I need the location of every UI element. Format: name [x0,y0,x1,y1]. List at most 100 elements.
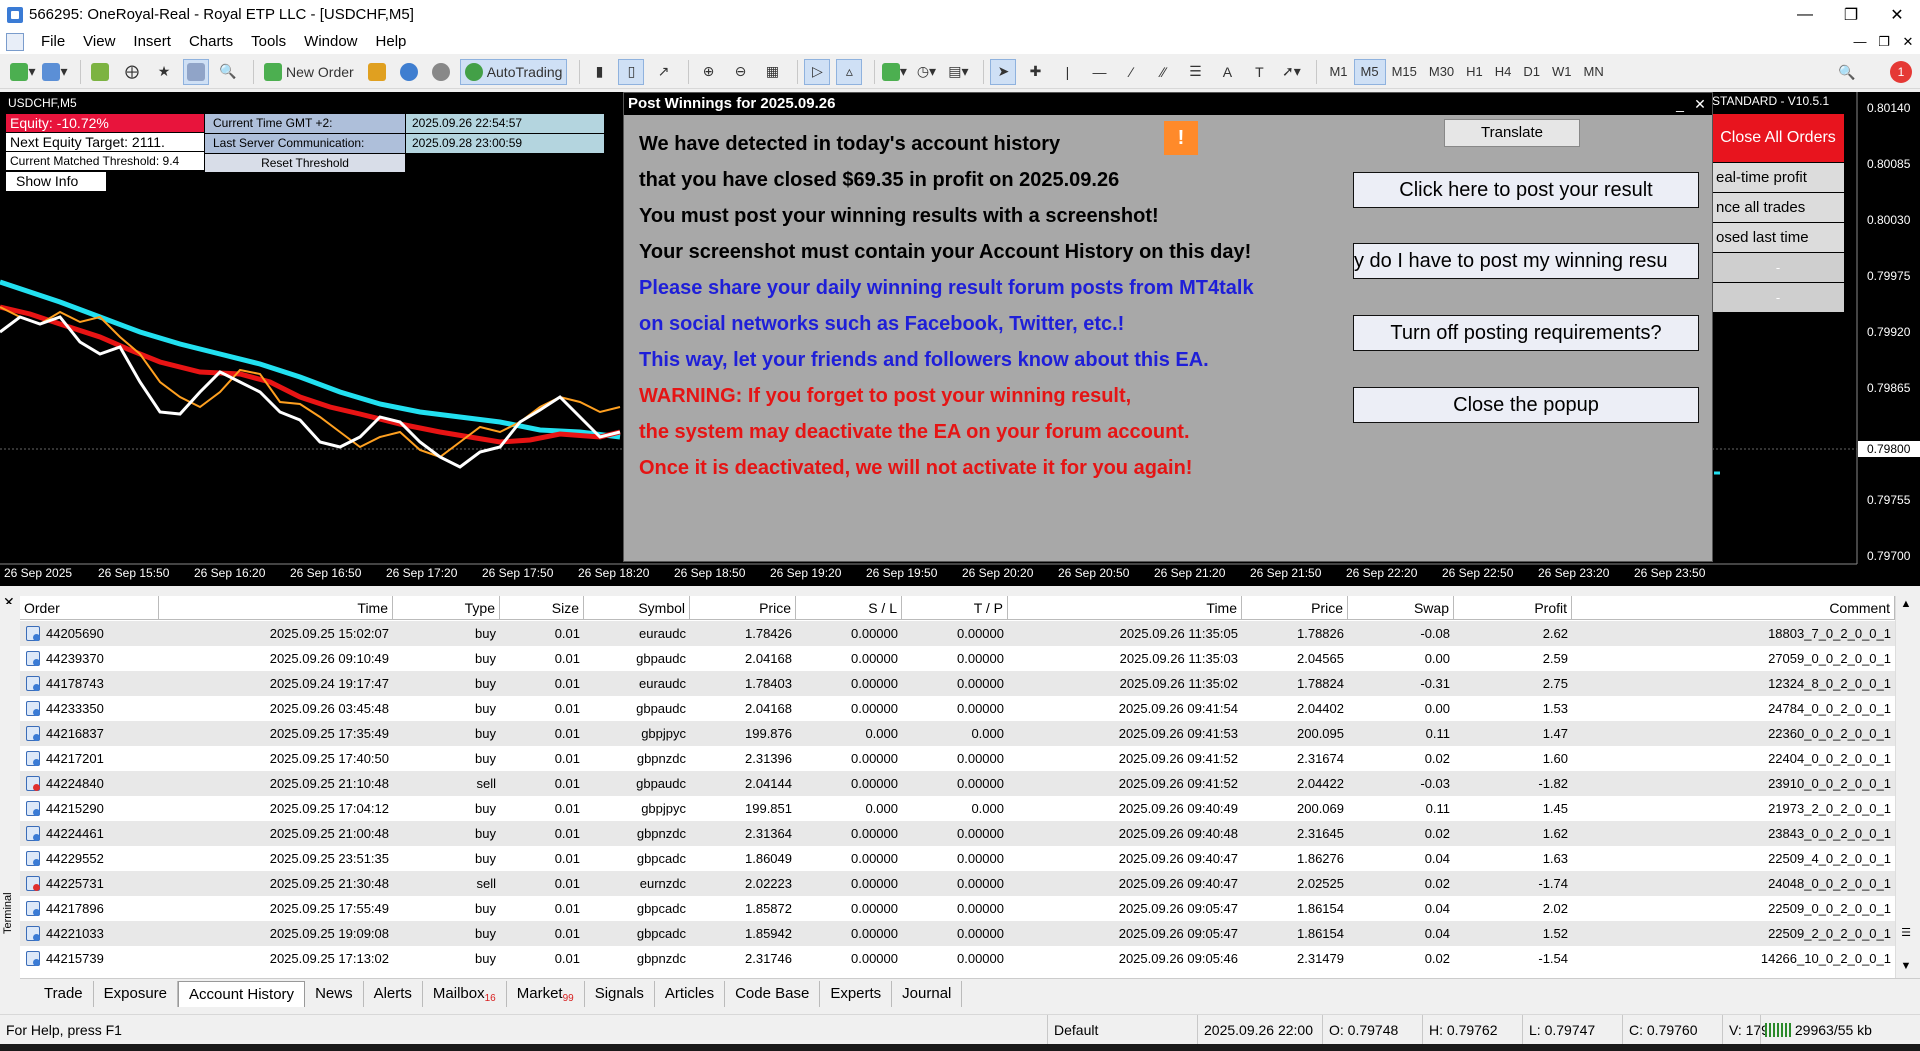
popup-close-icon[interactable]: ✕ [1691,93,1709,115]
equidistant-channel-icon[interactable]: ∕∕ [1150,59,1176,85]
table-row[interactable]: 44229552 2025.09.25 23:51:35 buy 0.01 gbpcad… [20,846,1895,871]
column-header-stop-loss[interactable]: S / L [796,596,902,620]
menu-view[interactable]: View [74,29,124,54]
column-header-comment[interactable]: Comment [1572,596,1895,620]
post-result-button[interactable]: Click here to post your result [1353,172,1699,208]
column-header-close-time[interactable]: Time [1008,596,1242,620]
realtime-profit-item[interactable]: eal-time profit [1712,163,1844,192]
menu-tools[interactable]: Tools [242,29,295,54]
table-row[interactable]: 44217201 2025.09.25 17:40:50 buy 0.01 gbpnzd… [20,746,1895,771]
column-header-symbol[interactable]: Symbol [584,596,690,620]
connection-traffic[interactable]: 29963/55 kb [1760,1015,1920,1045]
vertical-line-icon[interactable]: | [1054,59,1080,85]
cursor-icon[interactable]: ➤ [990,58,1017,85]
templates-icon[interactable]: ▤▾ [945,59,971,85]
chart-shift-icon[interactable]: ▵ [836,58,863,85]
table-scrollbar[interactable]: ▲ ☰ ▼ [1895,596,1915,978]
menu-insert[interactable]: Insert [124,29,180,54]
tab-market[interactable]: Market99 [507,980,585,1007]
market-watch-icon[interactable] [87,59,113,85]
timeframe-h1[interactable]: H1 [1460,59,1489,85]
table-row[interactable]: 44239370 2025.09.26 09:10:49 buy 0.01 gbpaud… [20,646,1895,671]
chart-window-icon[interactable] [6,32,24,51]
table-row[interactable]: 44224840 2025.09.25 21:10:48 sell 0.01 gbpau… [20,771,1895,796]
column-header-profit[interactable]: Profit [1454,596,1572,620]
auto-scroll-icon[interactable]: ▷ [804,58,831,85]
timeframe-h4[interactable]: H4 [1489,59,1518,85]
new-chart-icon[interactable]: ▾ [10,59,36,85]
chart-close-icon[interactable]: ✕ [1896,29,1920,54]
notification-badge[interactable]: 1 [1890,61,1912,83]
popup-minimize-icon[interactable]: _ [1671,93,1689,115]
close-popup-button[interactable]: Close the popup [1353,387,1699,423]
timeframe-mn[interactable]: MN [1578,59,1610,85]
column-header-take-profit[interactable]: T / P [902,596,1008,620]
column-header-type[interactable]: Type [393,596,500,620]
timeframe-d1[interactable]: D1 [1517,59,1546,85]
chat-icon[interactable] [396,59,422,85]
column-header-swap[interactable]: Swap [1348,596,1454,620]
bar-chart-icon[interactable]: ▮ [586,59,612,85]
column-header-open-price[interactable]: Price [690,596,796,620]
show-info-button[interactable]: Show Info [6,172,106,191]
timeframe-m5[interactable]: M5 [1353,58,1386,85]
tab-news[interactable]: News [305,980,364,1007]
closed-last-time-item[interactable]: osed last time [1712,223,1844,252]
column-header-close-price[interactable]: Price [1242,596,1348,620]
chart-minimize-icon[interactable]: — [1848,29,1872,54]
crosshair-icon[interactable]: ✚ [1022,59,1048,85]
search-icon[interactable]: 🔍 [1834,59,1860,85]
timeframe-w1[interactable]: W1 [1546,59,1578,85]
timeframe-m30[interactable]: M30 [1423,59,1460,85]
tab-articles[interactable]: Articles [655,980,726,1007]
tile-windows-icon[interactable]: ▦ [759,59,785,85]
scroll-down-icon[interactable]: ▼ [1896,960,1916,972]
column-header-order[interactable]: Order [20,596,159,620]
timeframe-m1[interactable]: M1 [1323,59,1353,85]
text-icon[interactable]: A [1214,59,1240,85]
periods-icon[interactable]: ◷▾ [913,59,939,85]
tab-alerts[interactable]: Alerts [364,980,423,1007]
why-post-button[interactable]: y do I have to post my winning resu [1353,243,1699,279]
market-icon[interactable] [428,59,454,85]
terminal-toggle-icon[interactable] [183,58,209,85]
horizontal-line-icon[interactable]: — [1086,59,1112,85]
table-row[interactable]: 44221033 2025.09.25 19:09:08 buy 0.01 gbpcad… [20,921,1895,946]
timeframe-m15[interactable]: M15 [1386,59,1423,85]
restore-icon[interactable]: ❐ [1828,0,1874,29]
table-row[interactable]: 44217896 2025.09.25 17:55:49 buy 0.01 gbpcad… [20,896,1895,921]
table-row[interactable]: 44224461 2025.09.25 21:00:48 buy 0.01 gbpnzd… [20,821,1895,846]
table-row[interactable]: 44215739 2025.09.25 17:13:02 buy 0.01 gbpnzd… [20,946,1895,971]
table-row[interactable]: 44233350 2025.09.26 03:45:48 buy 0.01 gbpaud… [20,696,1895,721]
data-window-icon[interactable]: ⨁ [119,59,145,85]
table-row[interactable]: 44225731 2025.09.25 21:30:48 sell 0.01 eurnz… [20,871,1895,896]
text-label-icon[interactable]: T [1246,59,1272,85]
arrows-icon[interactable]: ➚▾ [1278,59,1304,85]
scroll-up-icon[interactable]: ▲ [1896,598,1916,610]
table-row[interactable]: 44215290 2025.09.25 17:04:12 buy 0.01 gbpjpy… [20,796,1895,821]
zoom-out-icon[interactable]: ⊖ [727,59,753,85]
fibonacci-icon[interactable]: ☰ [1182,59,1208,85]
menu-help[interactable]: Help [367,29,416,54]
tab-journal[interactable]: Journal [892,980,963,1007]
column-header-open-time[interactable]: Time [159,596,393,620]
tab-signals[interactable]: Signals [585,980,655,1007]
column-header-size[interactable]: Size [500,596,584,620]
turn-off-requirements-button[interactable]: Turn off posting requirements? [1353,315,1699,351]
line-chart-icon[interactable]: ↗ [650,59,676,85]
close-all-orders-button[interactable]: Close All Orders [1712,114,1844,162]
minimize-icon[interactable]: — [1782,0,1828,29]
trendline-icon[interactable]: ∕ [1118,59,1144,85]
indicators-icon[interactable]: ▾ [881,59,907,85]
chart-restore-icon[interactable]: ❐ [1872,29,1896,54]
autotrading-button[interactable]: AutoTrading [459,58,568,85]
translate-button[interactable]: Translate [1444,119,1580,147]
menu-window[interactable]: Window [295,29,366,54]
tab-account-history[interactable]: Account History [178,980,306,1007]
table-row[interactable]: 44178743 2025.09.24 19:17:47 buy 0.01 euraud… [20,671,1895,696]
tab-trade[interactable]: Trade [34,980,94,1007]
menu-charts[interactable]: Charts [180,29,242,54]
tab-experts[interactable]: Experts [820,980,893,1007]
profile-name[interactable]: Default [1047,1015,1197,1045]
tab-code-base[interactable]: Code Base [725,980,821,1007]
